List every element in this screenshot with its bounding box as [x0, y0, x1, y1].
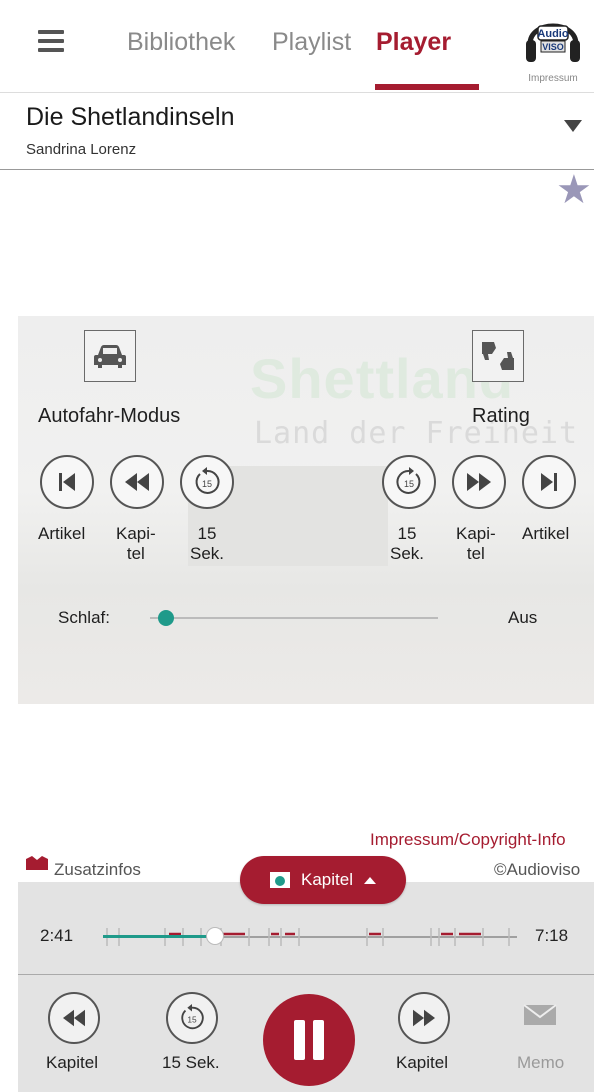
info-tab-icon	[26, 856, 48, 870]
rating-label: Rating	[472, 405, 530, 427]
player-label-memo: Memo	[517, 1053, 565, 1072]
player-replay-15-button[interactable]: 15	[166, 992, 218, 1044]
fast-forward-chapter-button[interactable]	[452, 455, 506, 509]
svg-text:Audio: Audio	[537, 28, 568, 40]
zusatzinfos-button[interactable]: Zusatzinfos	[54, 860, 141, 880]
logo-impressum-label: Impressum	[528, 73, 578, 84]
kapitel-dropdown-button[interactable]: Kapitel	[240, 856, 406, 904]
car-mode-button[interactable]	[84, 330, 136, 382]
control-label-15sek-left: 15 Sek.	[190, 524, 225, 563]
control-label-kapitel-left: Kapi- tel	[116, 524, 156, 563]
sleep-value: Aus	[508, 608, 538, 627]
control-label-artikel-right: Artikel	[522, 524, 570, 543]
progress-handle[interactable]	[205, 927, 224, 945]
svg-text:15: 15	[202, 479, 212, 489]
skip-to-end-icon	[541, 473, 557, 491]
pause-button[interactable]	[263, 994, 355, 1086]
total-time: 7:18	[535, 926, 569, 945]
svg-text:15: 15	[187, 1015, 197, 1025]
rewind-icon	[63, 1009, 85, 1027]
rating-button[interactable]	[472, 330, 524, 382]
sleep-label: Schlaf:	[58, 608, 110, 627]
player-label-15sek: 15 Sek.	[162, 1053, 220, 1072]
copyright-text: ©Audioviso	[494, 860, 581, 879]
chevron-down-icon[interactable]	[564, 120, 582, 132]
forward-15-button[interactable]: 15	[382, 455, 436, 509]
replay-15-icon: 15	[181, 1004, 204, 1030]
top-navigation: Bibliothek Playlist Player Audio VISO Im…	[0, 0, 594, 92]
player-label-kapitel-right: Kapitel	[396, 1053, 448, 1072]
elapsed-time: 2:41	[40, 926, 74, 945]
forward-15-icon: 15	[396, 467, 421, 494]
hamburger-menu-icon[interactable]	[38, 30, 64, 52]
sleep-slider-handle[interactable]	[158, 610, 174, 626]
player-fast-forward-chapter-button[interactable]	[398, 992, 450, 1044]
tab-player[interactable]: Player	[376, 28, 451, 57]
skip-to-start-icon	[59, 473, 75, 491]
skip-to-end-button[interactable]	[522, 455, 576, 509]
car-icon	[94, 345, 126, 368]
svg-text:VISO: VISO	[542, 42, 564, 52]
fast-forward-icon	[413, 1009, 435, 1027]
replay-15-icon: 15	[195, 467, 220, 494]
book-title: Die Shetlandinseln	[26, 103, 235, 131]
control-label-kapitel-right: Kapi- tel	[456, 524, 496, 563]
car-mode-label: Autofahr-Modus	[38, 405, 181, 427]
svg-text:15: 15	[404, 479, 414, 489]
book-author: Sandrina Lorenz	[26, 141, 137, 158]
fast-forward-icon	[467, 473, 491, 491]
replay-15-button[interactable]: 15	[180, 455, 234, 509]
divider	[18, 974, 594, 975]
title-bar: Die Shetlandinseln Sandrina Lorenz	[0, 92, 594, 170]
kapitel-dropdown-label: Kapitel	[301, 870, 353, 889]
sleep-slider-track[interactable]	[150, 617, 438, 619]
control-label-artikel-left: Artikel	[38, 524, 86, 543]
tab-bibliothek[interactable]: Bibliothek	[127, 28, 235, 57]
audioviso-logo[interactable]: Audio VISO Impressum	[522, 8, 584, 84]
thumbs-up-down-icon	[482, 342, 514, 370]
skip-to-start-button[interactable]	[40, 455, 94, 509]
chevron-up-icon	[363, 877, 376, 884]
rewind-chapter-button[interactable]	[110, 455, 164, 509]
favorite-star-icon[interactable]: ★	[556, 170, 592, 210]
rewind-icon	[125, 473, 149, 491]
memo-button[interactable]	[522, 1002, 558, 1032]
player-rewind-chapter-button[interactable]	[48, 992, 100, 1044]
progress-fill	[103, 935, 215, 938]
player-label-kapitel-left: Kapitel	[46, 1053, 98, 1072]
active-tab-indicator	[375, 84, 479, 90]
image-icon	[270, 872, 290, 888]
mail-icon	[523, 1004, 557, 1025]
control-label-15sek-right: 15 Sek.	[390, 524, 425, 563]
pause-icon	[294, 1020, 324, 1060]
headphones-logo-icon: Audio VISO	[526, 23, 580, 62]
tab-playlist[interactable]: Playlist	[272, 28, 351, 57]
impressum-copyright-link[interactable]: Impressum/Copyright-Info	[370, 830, 566, 850]
